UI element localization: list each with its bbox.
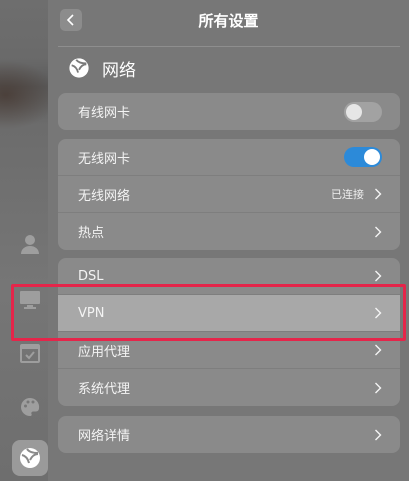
details-group: 网络详情 [58,416,400,453]
vpn-label: VPN [78,305,105,321]
dsl-label: DSL [78,268,104,284]
dsl-row[interactable]: DSL [58,258,400,295]
chevron-right-icon [375,270,382,282]
chevron-right-icon [375,429,382,440]
vpn-row[interactable]: VPN [58,295,400,332]
system-proxy-label: 系统代理 [78,382,131,397]
wired-group: 有线网卡 [58,93,400,130]
chevron-right-icon [375,382,382,393]
wireless-card-row[interactable]: 无线网卡 [58,139,400,176]
connection-status: 已连接 [331,188,364,201]
app-proxy-row[interactable]: 应用代理 [58,332,400,369]
account-icon[interactable] [14,228,46,260]
system-proxy-row[interactable]: 系统代理 [58,369,400,406]
settings-panel: 所有设置 网络 有线网卡 无线网卡 无线网络 已连接 热点 DSL VPN 应用… [48,0,409,481]
wired-card-row[interactable]: 有线网卡 [58,93,400,130]
header-bar: 所有设置 [48,0,409,40]
wireless-network-row[interactable]: 无线网络 已连接 [58,176,400,213]
page-title: 所有设置 [198,12,259,30]
display-icon[interactable] [14,284,46,316]
chevron-right-icon [375,226,382,237]
wireless-card-label: 无线网卡 [78,151,131,167]
wired-card-label: 有线网卡 [78,106,131,121]
network-icon[interactable] [12,440,48,476]
network-details-row[interactable]: 网络详情 [58,416,400,453]
hotspot-label: 热点 [78,226,105,241]
wireless-card-toggle[interactable] [344,147,382,167]
chevron-right-icon [375,188,382,200]
section-title: 网络 [102,60,136,81]
hotspot-row[interactable]: 热点 [58,213,400,250]
chevron-right-icon [375,344,382,356]
app-proxy-label: 应用代理 [78,344,131,360]
chevron-right-icon [375,307,382,319]
default-apps-icon[interactable] [14,337,46,369]
header-divider [58,46,400,47]
section-header: 网络 [68,56,136,81]
advanced-group: DSL VPN 应用代理 系统代理 [58,258,400,406]
network-details-label: 网络详情 [78,429,131,444]
wireless-network-label: 无线网络 [78,188,131,204]
wireless-group: 无线网卡 无线网络 已连接 热点 [58,139,400,250]
personalization-icon[interactable] [14,391,46,423]
network-globe-icon [69,58,89,78]
wired-card-toggle[interactable] [344,101,382,122]
